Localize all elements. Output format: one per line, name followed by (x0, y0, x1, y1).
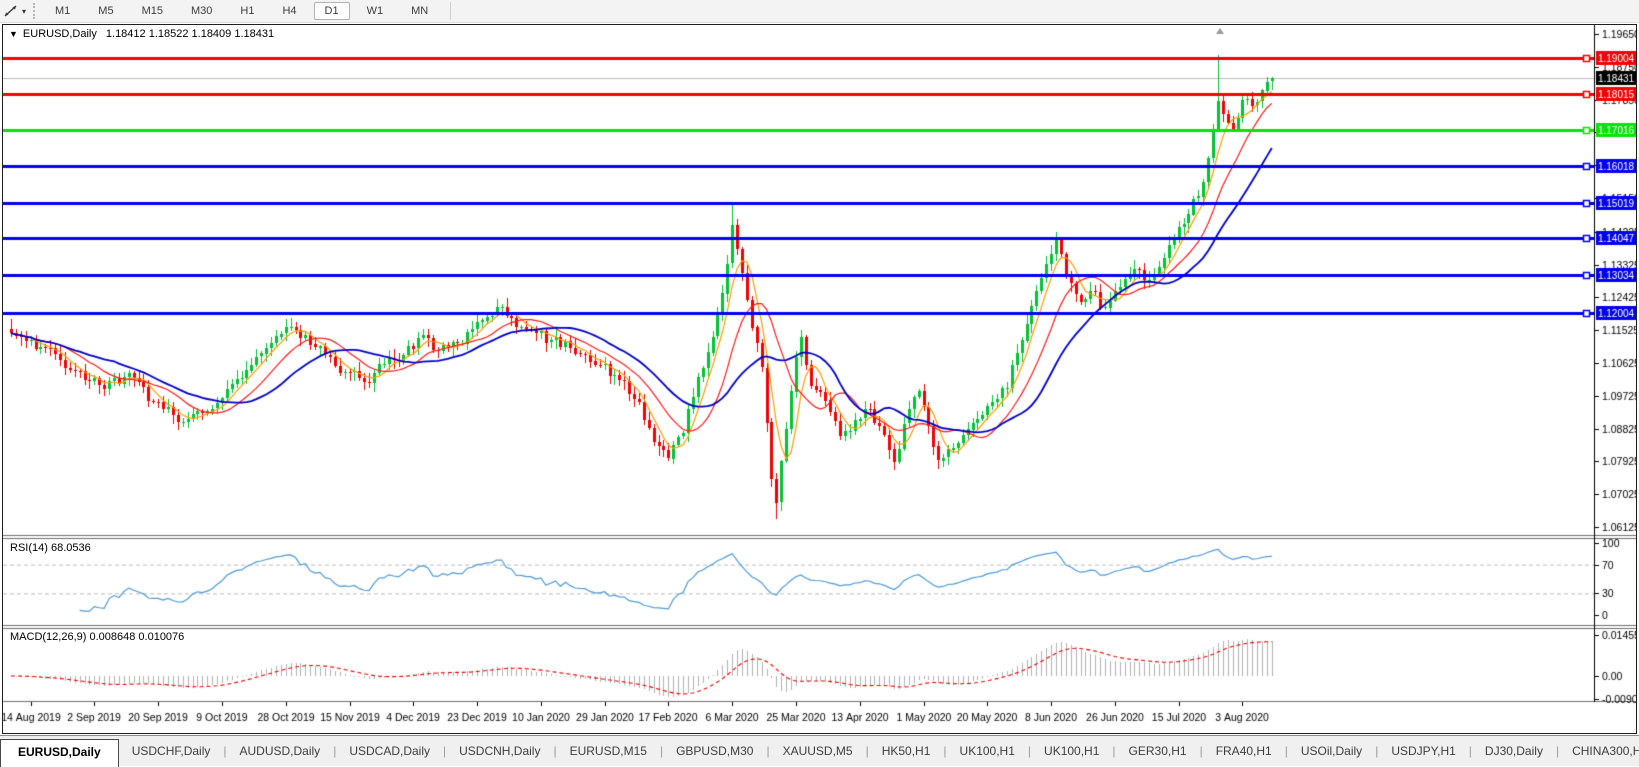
chart-tab-usdcnh-daily[interactable]: USDCNH,Daily (446, 740, 553, 766)
toolbar-grip[interactable] (33, 3, 35, 19)
timeframe-button-d1[interactable]: D1 (314, 2, 350, 20)
timeframe-button-h4[interactable]: H4 (271, 2, 307, 20)
timeframe-button-h1[interactable]: H1 (229, 2, 265, 20)
line-studies-icon[interactable] (1, 3, 21, 19)
chart-tab-usoil-daily[interactable]: USOil,Daily (1288, 740, 1375, 766)
chart-tab-usdjpy-h1[interactable]: USDJPY,H1 (1378, 740, 1468, 766)
timeframe-button-mn[interactable]: MN (400, 2, 439, 20)
chart-tab-uk100-h1[interactable]: UK100,H1 (1031, 740, 1112, 766)
chart-tab-ger30-h1[interactable]: GER30,H1 (1116, 740, 1200, 766)
macd-indicator-label: MACD(12,26,9) 0.008648 0.010076 (10, 631, 184, 643)
chart-canvas[interactable] (3, 25, 1636, 733)
tab-list: EURUSD,DailyUSDCHF,Daily|AUDUSD,Daily|US… (0, 738, 1639, 766)
toolbar-divider (450, 2, 451, 20)
chart-tab-eurusd-m15[interactable]: EURUSD,M15 (557, 740, 660, 766)
chart-collapse-caret-icon[interactable]: ▼ (9, 29, 18, 39)
chart-tab-uk100-h1[interactable]: UK100,H1 (947, 740, 1028, 766)
chart-tab-fra40-h1[interactable]: FRA40,H1 (1203, 740, 1285, 766)
timeframe-buttons: M1 M5 M15 M30 H1 H4 D1 W1 MN (41, 2, 442, 20)
chart-tab-eurusd-daily[interactable]: EURUSD,Daily (0, 739, 119, 767)
trading-terminal: { "toolbar": { "dropdown_caret": "▾", "t… (0, 0, 1639, 766)
chart-title: ▼ EURUSD,Daily 1.18412 1.18522 1.18409 1.1… (9, 28, 274, 40)
chart-ohlc-values: 1.18412 1.18522 1.18409 1.18431 (106, 28, 274, 40)
timeframe-button-m30[interactable]: M30 (180, 2, 223, 20)
chart-tab-hk50-h1[interactable]: HK50,H1 (869, 740, 944, 766)
rsi-indicator-label: RSI(14) 68.0536 (10, 542, 91, 554)
tool-dropdown-caret-icon[interactable]: ▾ (22, 7, 26, 16)
timeframe-button-m15[interactable]: M15 (131, 2, 174, 20)
timeframe-button-m5[interactable]: M5 (87, 2, 124, 20)
chart-tab-china300-h4[interactable]: CHINA300,H4 (1559, 740, 1639, 766)
chart-tab-bar: EURUSD,DailyUSDCHF,Daily|AUDUSD,Daily|US… (0, 735, 1639, 766)
timeframe-button-m1[interactable]: M1 (44, 2, 81, 20)
timeframe-toolbar: ▾ M1 M5 M15 M30 H1 H4 D1 W1 MN (0, 0, 1639, 23)
chart-symbol-label: EURUSD,Daily (23, 28, 97, 40)
chart-tab-dj30-daily[interactable]: DJ30,Daily (1472, 740, 1556, 766)
timeframe-button-w1[interactable]: W1 (356, 2, 395, 20)
chart-tab-usdchf-daily[interactable]: USDCHF,Daily (119, 740, 224, 766)
chart-tab-usdcad-daily[interactable]: USDCAD,Daily (336, 740, 443, 766)
chart-tab-audusd-daily[interactable]: AUDUSD,Daily (227, 740, 334, 766)
chart-window: ▼ EURUSD,Daily 1.18412 1.18522 1.18409 1.1… (2, 24, 1637, 734)
chart-tab-gbpusd-m30[interactable]: GBPUSD,M30 (663, 740, 766, 766)
chart-tab-xauusd-m5[interactable]: XAUUSD,M5 (770, 740, 866, 766)
